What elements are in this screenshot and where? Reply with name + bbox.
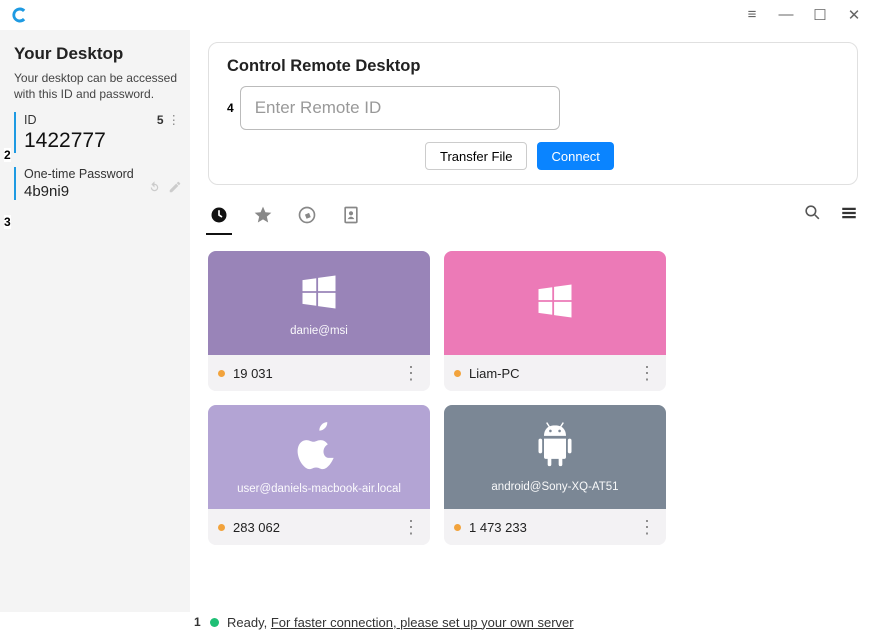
peer-username: user@daniels-macbook-air.local — [237, 483, 401, 495]
badge-5: 5 — [157, 113, 164, 127]
peer-username: android@Sony-XQ-AT51 — [491, 481, 618, 493]
apple-icon — [297, 420, 341, 477]
peer-top: android@Sony-XQ-AT51 — [444, 405, 666, 509]
peer-top — [444, 251, 666, 355]
view-toggle-icon[interactable] — [840, 204, 858, 227]
peer-grid: danie@msi 19 031⋮ Liam-PC⋮ user@daniels-mac… — [208, 251, 858, 545]
android-icon — [533, 422, 577, 475]
connect-button[interactable]: Connect — [537, 142, 613, 170]
maximize-button[interactable]: ☐ — [808, 6, 832, 24]
status-link[interactable]: For faster connection, please set up you… — [271, 615, 574, 630]
titlebar: ≡ — ☐ ✕ — [0, 0, 874, 30]
peer-bar: 19 031⋮ — [208, 355, 430, 391]
control-card: Control Remote Desktop 4 Transfer File C… — [208, 42, 858, 185]
tab-favorites[interactable] — [252, 204, 274, 226]
status-indicator-icon — [210, 618, 219, 627]
peer-username: danie@msi — [290, 325, 348, 337]
refresh-icon[interactable] — [147, 180, 162, 200]
tabs-row — [208, 201, 858, 235]
badge-3: 3 — [4, 215, 11, 229]
id-value[interactable]: 1422777 — [24, 129, 180, 153]
badge-1: 1 — [194, 615, 201, 629]
id-section: ID 5 ⋮ 1422777 — [14, 112, 180, 153]
status-dot-icon — [218, 370, 225, 377]
badge-4: 4 — [227, 101, 234, 115]
statusbar: 1 Ready, For faster connection, please s… — [0, 612, 874, 632]
otp-section: One-time Password 4b9ni9 — [14, 167, 180, 200]
sidebar: Your Desktop Your desktop can be accesse… — [0, 30, 190, 612]
menu-icon[interactable]: ≡ — [740, 6, 764, 24]
content-area: Control Remote Desktop 4 Transfer File C… — [190, 30, 874, 612]
close-button[interactable]: ✕ — [842, 6, 866, 24]
peer-id: Liam-PC — [469, 366, 520, 381]
tab-recent[interactable] — [208, 204, 230, 226]
status-dot-icon — [218, 524, 225, 531]
id-label: ID — [24, 113, 37, 127]
peer-card[interactable]: Liam-PC⋮ — [444, 251, 666, 391]
otp-label: One-time Password — [24, 167, 134, 181]
sidebar-title: Your Desktop — [14, 44, 180, 64]
peer-bar: 283 062⋮ — [208, 509, 430, 545]
peer-bar: 1 473 233⋮ — [444, 509, 666, 545]
peer-id: 1 473 233 — [469, 520, 527, 535]
peer-id: 19 031 — [233, 366, 273, 381]
id-menu-icon[interactable]: ⋮ — [168, 112, 181, 127]
control-title: Control Remote Desktop — [227, 57, 839, 76]
tab-addressbook[interactable] — [340, 204, 362, 226]
minimize-button[interactable]: — — [774, 6, 798, 24]
sidebar-description: Your desktop can be accessed with this I… — [14, 70, 180, 102]
search-icon[interactable] — [803, 203, 822, 227]
tab-discovered[interactable] — [296, 204, 318, 226]
peer-bar: Liam-PC⋮ — [444, 355, 666, 391]
peer-card[interactable]: danie@msi 19 031⋮ — [208, 251, 430, 391]
transfer-file-button[interactable]: Transfer File — [425, 142, 527, 170]
peer-top: danie@msi — [208, 251, 430, 355]
peer-top: user@daniels-macbook-air.local — [208, 405, 430, 509]
status-dot-icon — [454, 524, 461, 531]
app-logo-icon — [10, 5, 30, 25]
edit-icon[interactable] — [168, 180, 182, 200]
windows-icon — [297, 270, 341, 319]
status-dot-icon — [454, 370, 461, 377]
windows-icon — [533, 279, 577, 328]
remote-id-input[interactable] — [240, 86, 560, 130]
peer-card[interactable]: android@Sony-XQ-AT51 1 473 233⋮ — [444, 405, 666, 545]
badge-2: 2 — [4, 148, 11, 162]
peer-id: 283 062 — [233, 520, 280, 535]
peer-card[interactable]: user@daniels-macbook-air.local 283 062⋮ — [208, 405, 430, 545]
status-prefix: Ready, — [227, 615, 271, 630]
